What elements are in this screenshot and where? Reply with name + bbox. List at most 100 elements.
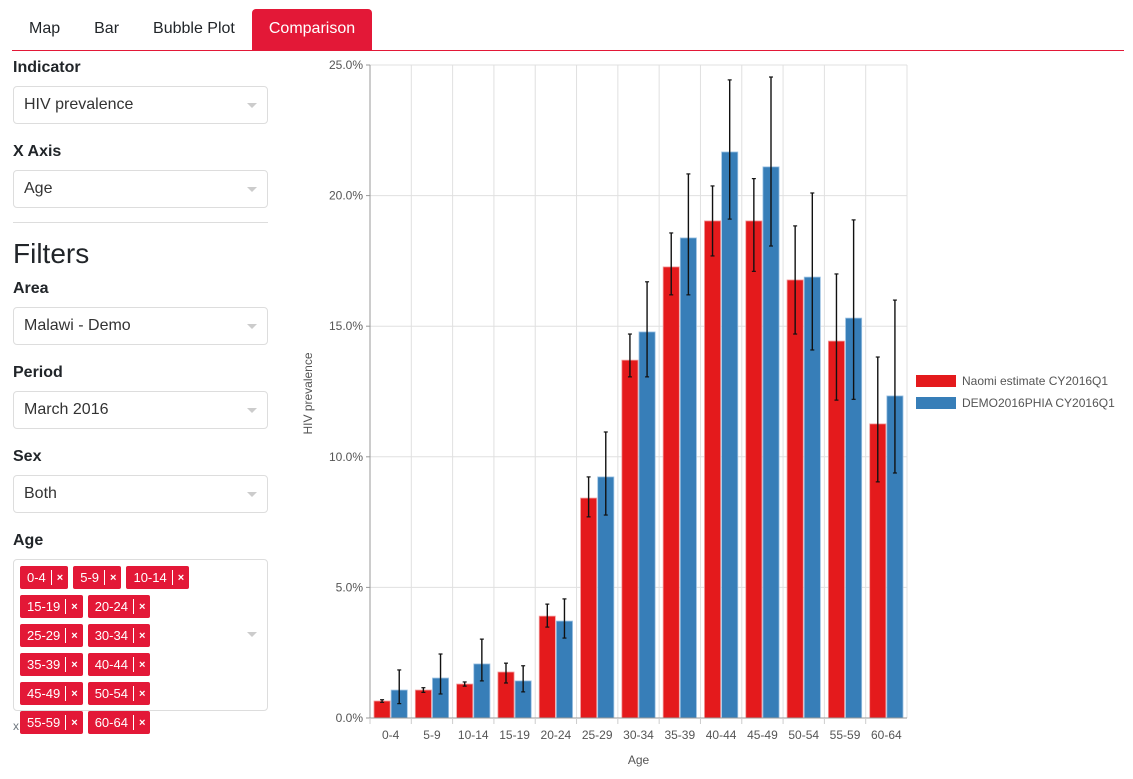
x-tick-label: 45-49 bbox=[747, 728, 778, 742]
remove-chip-icon[interactable]: × bbox=[134, 717, 150, 729]
tab-bubble-plot[interactable]: Bubble Plot bbox=[136, 9, 252, 50]
sex-select[interactable]: Both bbox=[13, 475, 268, 513]
bar-survey bbox=[721, 151, 739, 719]
x-tick-label: 40-44 bbox=[706, 728, 737, 742]
y-tick-label: 15.0% bbox=[329, 319, 363, 333]
sex-value: Both bbox=[24, 485, 57, 502]
tab-bar-chart[interactable]: Bar bbox=[77, 9, 136, 50]
age-chip-label: 5-9 bbox=[73, 570, 106, 585]
axes: 0.0% 5.0% 10.0% 15.0% 20.0% 25.0% 0-4 5-9 10-14 1… bbox=[301, 58, 907, 767]
error-bars bbox=[380, 76, 897, 705]
age-chip: 0-4 × bbox=[20, 566, 69, 589]
bar-naomi bbox=[497, 671, 515, 719]
bar-survey bbox=[473, 663, 491, 719]
xaxis-value: Age bbox=[24, 180, 53, 197]
bars bbox=[373, 151, 904, 719]
x-tick-label: 30-34 bbox=[623, 728, 654, 742]
remove-chip-icon[interactable]: × bbox=[66, 601, 82, 613]
remove-chip-icon[interactable]: × bbox=[134, 601, 150, 613]
tab-bar: Map Bar Bubble Plot Comparison bbox=[12, 9, 1124, 51]
y-tick-label: 5.0% bbox=[336, 580, 364, 594]
bar-naomi bbox=[373, 700, 391, 719]
bar-survey bbox=[886, 395, 904, 719]
y-tick-label: 20.0% bbox=[329, 189, 363, 203]
bar-survey bbox=[845, 317, 863, 719]
bar-survey bbox=[597, 476, 615, 719]
chevron-down-icon bbox=[247, 103, 257, 108]
y-axis-title: HIV prevalence bbox=[301, 352, 315, 434]
age-chip-label: 20-24 bbox=[88, 599, 134, 614]
age-chip-label: 35-39 bbox=[20, 657, 67, 672]
period-select[interactable]: March 2016 bbox=[13, 391, 268, 429]
age-chip: 15-19 × bbox=[20, 595, 83, 618]
legend-swatch bbox=[916, 397, 956, 409]
x-tick-label: 5-9 bbox=[423, 728, 441, 742]
bar-survey bbox=[514, 680, 532, 719]
bar-naomi bbox=[621, 359, 639, 719]
remove-chip-icon[interactable]: × bbox=[134, 688, 150, 700]
bar-naomi bbox=[662, 266, 680, 719]
x-tick-label: 55-59 bbox=[830, 728, 861, 742]
chevron-down-icon bbox=[247, 632, 257, 637]
tab-map[interactable]: Map bbox=[12, 9, 77, 50]
age-chip: 20-24 × bbox=[87, 595, 151, 618]
remove-chip-icon[interactable]: × bbox=[134, 630, 150, 642]
bar-naomi bbox=[580, 497, 598, 719]
legend-swatch bbox=[916, 375, 956, 387]
age-chip-label: 60-64 bbox=[88, 715, 134, 730]
remove-chip-icon[interactable]: × bbox=[173, 572, 189, 584]
x-tick-label: 10-14 bbox=[458, 728, 489, 742]
age-chip-label: 10-14 bbox=[126, 570, 173, 585]
age-chip: 35-39 × bbox=[20, 653, 83, 676]
period-value: March 2016 bbox=[24, 401, 109, 418]
age-chip-label: 50-54 bbox=[88, 686, 134, 701]
area-select[interactable]: Malawi - Demo bbox=[13, 307, 268, 345]
remove-chip-icon[interactable]: × bbox=[66, 659, 82, 671]
y-tick-label: 25.0% bbox=[329, 58, 363, 72]
bar-naomi bbox=[786, 279, 804, 719]
bar-naomi bbox=[745, 220, 763, 719]
remove-chip-icon[interactable]: × bbox=[52, 572, 68, 584]
legend: Naomi estimate CY2016Q1 DEMO2016PHIA CY20… bbox=[916, 374, 1115, 410]
x-tick-label: 50-54 bbox=[788, 728, 819, 742]
age-multiselect[interactable]: 0-4 × 5-9 × 10-14 × 15-19 × 20-24 × 25-29 × 30-34 × 35… bbox=[13, 559, 268, 734]
controls-panel: Indicator HIV prevalence X Axis Age Filt… bbox=[13, 58, 268, 734]
bar-naomi bbox=[704, 220, 722, 719]
tab-comparison[interactable]: Comparison bbox=[251, 9, 373, 50]
age-chip: 55-59 × bbox=[20, 711, 83, 734]
age-chip: 50-54 × bbox=[87, 682, 151, 705]
x-tick-label: 35-39 bbox=[664, 728, 695, 742]
age-chip: 30-34 × bbox=[87, 624, 151, 647]
remove-chip-icon[interactable]: × bbox=[66, 630, 82, 642]
xaxis-label: X Axis bbox=[13, 143, 62, 160]
bar-survey bbox=[803, 276, 821, 719]
age-chip-label: 0-4 bbox=[20, 570, 52, 585]
area-value: Malawi - Demo bbox=[24, 317, 131, 334]
age-chip-label: 15-19 bbox=[20, 599, 67, 614]
age-chip-label: 45-49 bbox=[20, 686, 67, 701]
sex-label: Sex bbox=[13, 448, 42, 465]
bar-survey bbox=[638, 331, 656, 719]
indicator-value: HIV prevalence bbox=[24, 96, 134, 113]
grid-lines bbox=[370, 64, 908, 719]
legend-label: Naomi estimate CY2016Q1 bbox=[962, 374, 1108, 388]
xaxis-select[interactable]: Age bbox=[13, 170, 268, 208]
remove-chip-icon[interactable]: × bbox=[66, 688, 82, 700]
bar-naomi bbox=[869, 423, 887, 719]
indicator-label: Indicator bbox=[13, 59, 81, 76]
age-label: Age bbox=[13, 532, 44, 549]
indicator-select[interactable]: HIV prevalence bbox=[13, 86, 268, 124]
x-tick-label: 15-19 bbox=[499, 728, 530, 742]
age-chip: 60-64 × bbox=[87, 711, 151, 734]
remove-chip-icon[interactable]: × bbox=[66, 717, 82, 729]
remove-chip-icon[interactable]: × bbox=[105, 572, 121, 584]
bar-survey bbox=[679, 237, 697, 719]
age-chip: 10-14 × bbox=[126, 566, 190, 589]
remove-chip-icon[interactable]: × bbox=[134, 659, 150, 671]
age-chip: 40-44 × bbox=[87, 653, 151, 676]
age-chip: 5-9 × bbox=[73, 566, 122, 589]
filters-heading: Filters bbox=[13, 238, 90, 269]
age-chip: 25-29 × bbox=[20, 624, 83, 647]
legend-label: DEMO2016PHIA CY2016Q1 bbox=[962, 396, 1115, 410]
y-tick-label: 10.0% bbox=[329, 450, 363, 464]
